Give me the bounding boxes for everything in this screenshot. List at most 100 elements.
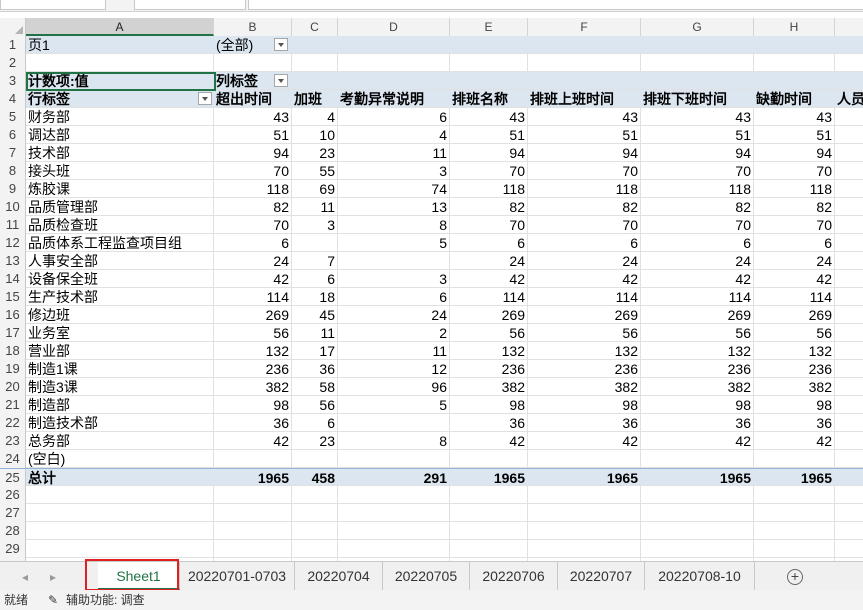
row-header[interactable]: 19	[0, 360, 26, 378]
cell-b[interactable]: 132	[214, 342, 292, 360]
row-header[interactable]: 11	[0, 216, 26, 234]
column-header-c[interactable]: C	[292, 18, 338, 36]
cell-h[interactable]: 42	[754, 432, 835, 450]
row-header[interactable]: 27	[0, 504, 26, 522]
cell-d[interactable]	[338, 252, 450, 270]
cell-b[interactable]: 1965	[214, 469, 292, 487]
cell-d[interactable]: 8	[338, 216, 450, 234]
sheet-tab-2[interactable]: 20220701-0703	[180, 562, 295, 590]
cell-g[interactable]: 43	[641, 108, 754, 126]
row-header[interactable]: 3	[0, 72, 26, 90]
cell-g[interactable]: 82	[641, 198, 754, 216]
cell-g[interactable]: 98	[641, 396, 754, 414]
status-accessibility[interactable]: 辅助功能: 调查	[66, 590, 145, 610]
cell-i[interactable]: 人员	[835, 90, 863, 108]
cell-e[interactable]: 70	[450, 162, 528, 180]
row-header[interactable]: 10	[0, 198, 26, 216]
column-header-b[interactable]: B	[214, 18, 292, 36]
cell-f[interactable]: 24	[528, 252, 641, 270]
cell-b[interactable]: 98	[214, 396, 292, 414]
cell-c[interactable]: 11	[292, 324, 338, 342]
row-header[interactable]: 14	[0, 270, 26, 288]
cell-d[interactable]: 8	[338, 432, 450, 450]
cell-c[interactable]	[292, 450, 338, 468]
cell-d[interactable]: 11	[338, 342, 450, 360]
cell-c[interactable]: 4	[292, 108, 338, 126]
cell-b[interactable]: 82	[214, 198, 292, 216]
add-sheet-icon[interactable]: +	[787, 569, 803, 585]
cell-a[interactable]: 调达部	[26, 126, 214, 144]
cell-a[interactable]: (空白)	[26, 450, 214, 468]
row-header[interactable]: 22	[0, 414, 26, 432]
scroll-right-icon[interactable]: ▸	[50, 570, 56, 584]
cell-b[interactable]: 6	[214, 234, 292, 252]
row-header[interactable]: 21	[0, 396, 26, 414]
cell-e[interactable]: 118	[450, 180, 528, 198]
cell-c[interactable]: 11	[292, 198, 338, 216]
sheet-tab-3[interactable]: 20220704	[295, 562, 383, 590]
cell-d[interactable]: 3	[338, 162, 450, 180]
cell-d[interactable]: 5	[338, 396, 450, 414]
cell-f[interactable]: 70	[528, 162, 641, 180]
cell-d[interactable]: 4	[338, 126, 450, 144]
cell-b[interactable]	[214, 450, 292, 468]
cell-e[interactable]: 1965	[450, 469, 528, 487]
cell-d[interactable]: 5	[338, 234, 450, 252]
cell-f[interactable]: 269	[528, 306, 641, 324]
cell-b[interactable]: 70	[214, 216, 292, 234]
cell-c[interactable]: 18	[292, 288, 338, 306]
row-header[interactable]: 29	[0, 540, 26, 558]
cell-e[interactable]: 56	[450, 324, 528, 342]
cell-e[interactable]: 114	[450, 288, 528, 306]
column-header-a[interactable]: A	[26, 18, 214, 36]
cell-g[interactable]: 42	[641, 270, 754, 288]
row-header[interactable]: 2	[0, 54, 26, 72]
cell-d[interactable]: 12	[338, 360, 450, 378]
cell-h[interactable]: 382	[754, 378, 835, 396]
sheet-tab-4[interactable]: 20220705	[383, 562, 470, 590]
cell-h[interactable]: 70	[754, 162, 835, 180]
cell-a[interactable]: 设备保全班	[26, 270, 214, 288]
row-filter-dropdown-icon[interactable]	[198, 92, 212, 105]
row-header[interactable]: 9	[0, 180, 26, 198]
cell-b[interactable]: 42	[214, 270, 292, 288]
cell-d[interactable]: 24	[338, 306, 450, 324]
cell-c[interactable]: 10	[292, 126, 338, 144]
cell-g[interactable]: 24	[641, 252, 754, 270]
select-all-corner[interactable]	[0, 18, 26, 36]
cell-a[interactable]: 品质体系工程监查项目组	[26, 234, 214, 252]
cell-g[interactable]: 36	[641, 414, 754, 432]
cell-f[interactable]: 236	[528, 360, 641, 378]
cell-c[interactable]: 6	[292, 270, 338, 288]
cell-b[interactable]: 236	[214, 360, 292, 378]
cell-a[interactable]: 制造部	[26, 396, 214, 414]
cell-b[interactable]: 超出时间	[214, 90, 292, 108]
cell-c[interactable]: 6	[292, 414, 338, 432]
cell-e[interactable]: 42	[450, 432, 528, 450]
cell-g[interactable]: 6	[641, 234, 754, 252]
cell-f[interactable]: 118	[528, 180, 641, 198]
cell-a[interactable]: 人事安全部	[26, 252, 214, 270]
cell-f[interactable]: 70	[528, 216, 641, 234]
cell-b[interactable]: 42	[214, 432, 292, 450]
cell-a[interactable]: 总务部	[26, 432, 214, 450]
name-box[interactable]	[0, 0, 106, 10]
cell-a[interactable]: 总计	[26, 469, 214, 487]
cell-a[interactable]: 修边班	[26, 306, 214, 324]
cell-g[interactable]: 269	[641, 306, 754, 324]
column-header-h[interactable]: H	[754, 18, 835, 36]
cell-e[interactable]: 43	[450, 108, 528, 126]
cell-b[interactable]: 382	[214, 378, 292, 396]
cell-c[interactable]: 36	[292, 360, 338, 378]
cell-g[interactable]: 70	[641, 162, 754, 180]
cell-g[interactable]: 382	[641, 378, 754, 396]
scroll-left-icon[interactable]: ◂	[22, 570, 28, 584]
cell-e[interactable]: 82	[450, 198, 528, 216]
cell-g[interactable]: 118	[641, 180, 754, 198]
cell-a[interactable]: 制造1课	[26, 360, 214, 378]
cell-e[interactable]: 94	[450, 144, 528, 162]
cell-f[interactable]: 42	[528, 270, 641, 288]
cell-a[interactable]: 制造3课	[26, 378, 214, 396]
row-header[interactable]: 8	[0, 162, 26, 180]
cell-c[interactable]: 56	[292, 396, 338, 414]
